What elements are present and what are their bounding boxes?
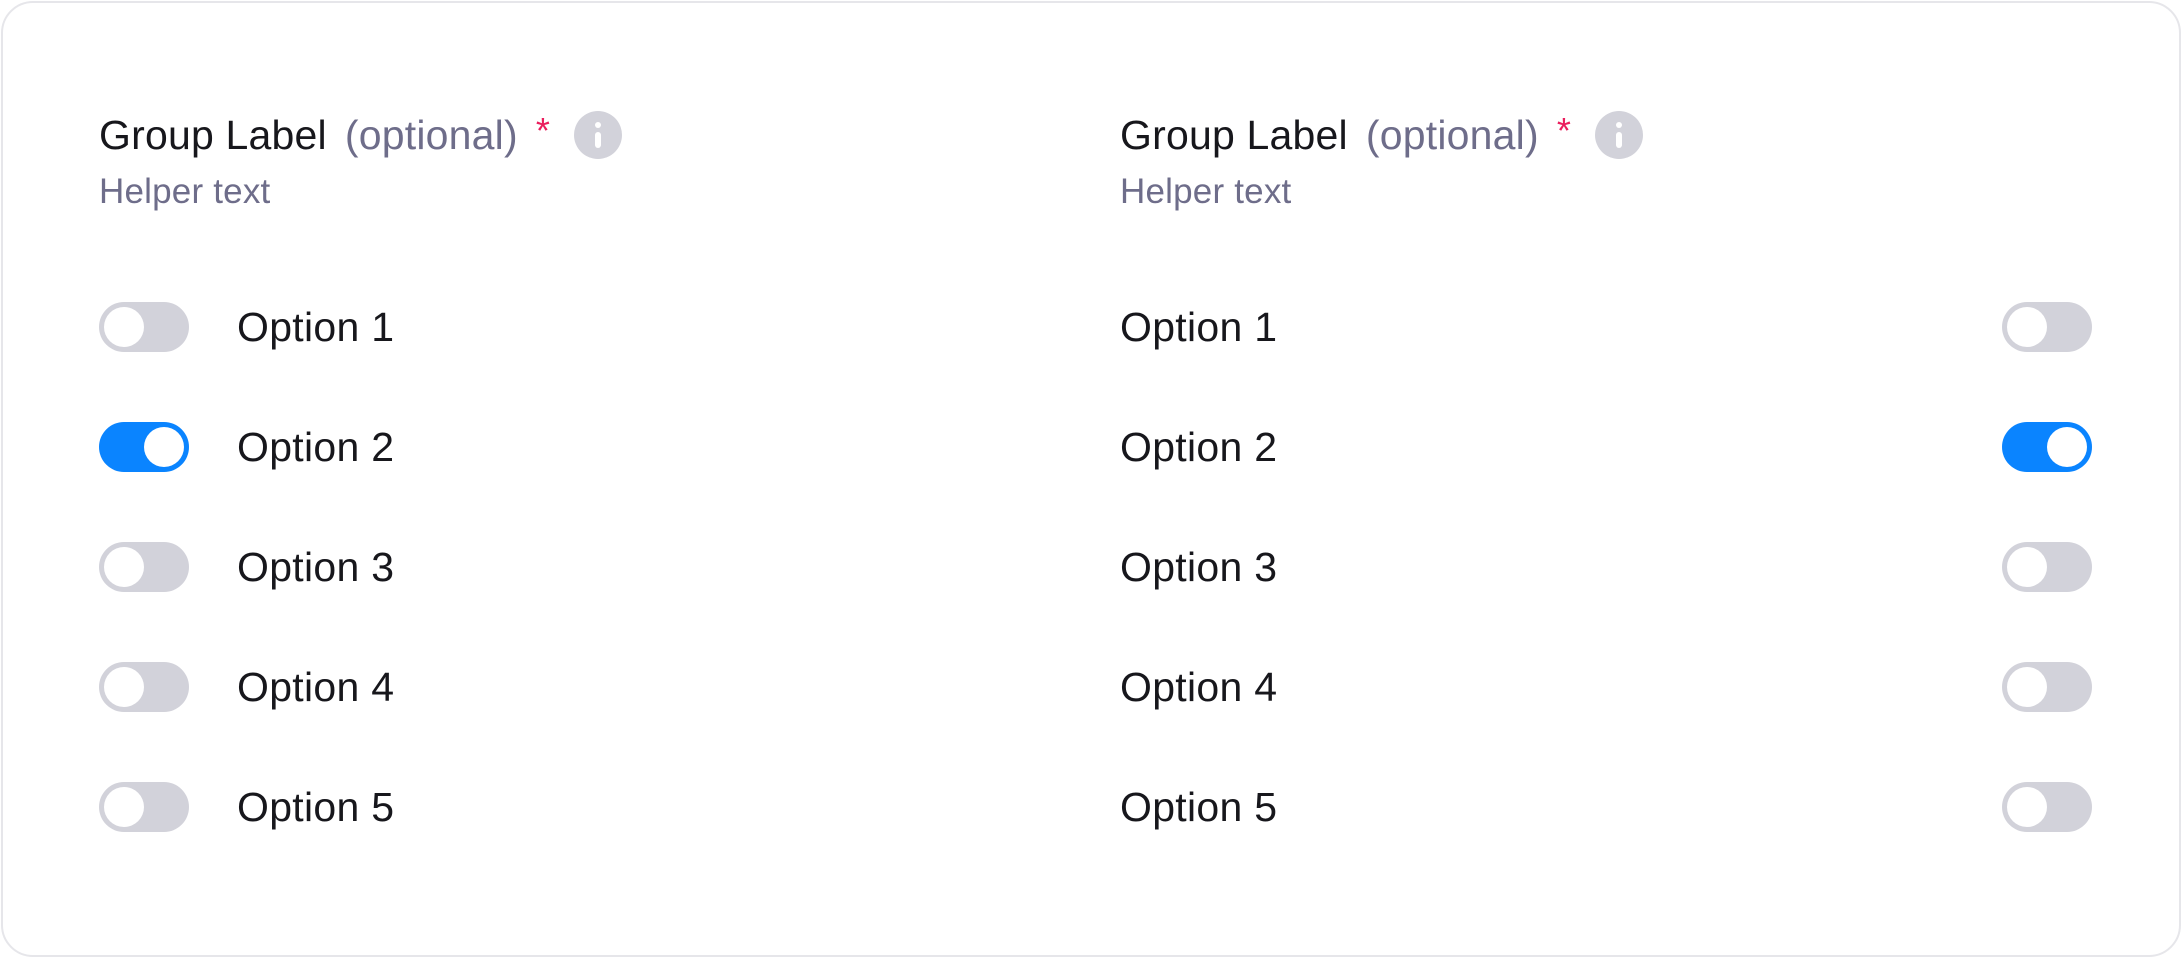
toggle-switch[interactable] — [99, 542, 189, 592]
toggle-switch[interactable] — [99, 302, 189, 352]
option-label[interactable]: Option 1 — [1120, 299, 1277, 355]
toggle-row-option-4[interactable]: Option 4 — [99, 659, 999, 715]
optional-indicator: (optional) — [344, 111, 518, 158]
option-label[interactable]: Option 3 — [237, 539, 394, 595]
option-label[interactable]: Option 5 — [1120, 779, 1277, 835]
info-icon[interactable] — [573, 111, 622, 159]
toggle-switch[interactable] — [2002, 782, 2092, 832]
toggle-row-option-3[interactable]: Option 3 — [99, 539, 999, 595]
toggle-knob — [2007, 547, 2047, 587]
toggle-row-option-1[interactable]: Option 1 — [99, 299, 999, 355]
info-icon[interactable] — [1594, 111, 1643, 159]
toggle-switch[interactable] — [2002, 662, 2092, 712]
toggle-row-option-2[interactable]: Option 2 — [99, 419, 999, 475]
toggle-row-option-2[interactable]: Option 2 — [1120, 419, 2092, 475]
required-asterisk: * — [535, 110, 550, 151]
toggle-switch[interactable] — [99, 782, 189, 832]
group-label: Group Label — [99, 111, 327, 158]
option-label[interactable]: Option 4 — [237, 659, 394, 715]
toggle-knob — [2007, 307, 2047, 347]
option-label[interactable]: Option 3 — [1120, 539, 1277, 595]
toggle-knob — [104, 787, 144, 827]
toggle-knob — [144, 427, 184, 467]
toggle-switch[interactable] — [99, 422, 189, 472]
toggle-knob — [104, 307, 144, 347]
toggle-knob — [104, 667, 144, 707]
toggle-knob — [104, 547, 144, 587]
toggle-switch[interactable] — [2002, 422, 2092, 472]
toggle-knob — [2007, 787, 2047, 827]
toggle-group-card: Group Label (optional) * Helper text Opt… — [1, 1, 2181, 957]
required-asterisk: * — [1556, 110, 1571, 151]
option-label[interactable]: Option 2 — [1120, 419, 1277, 475]
helper-text: Helper text — [99, 172, 271, 211]
group-label: Group Label — [1120, 111, 1348, 158]
toggle-row-option-4[interactable]: Option 4 — [1120, 659, 2092, 715]
option-label[interactable]: Option 5 — [237, 779, 394, 835]
toggle-row-option-3[interactable]: Option 3 — [1120, 539, 2092, 595]
option-label[interactable]: Option 2 — [237, 419, 394, 475]
optional-indicator: (optional) — [1365, 111, 1539, 158]
toggle-row-option-5[interactable]: Option 5 — [99, 779, 999, 835]
toggle-switch[interactable] — [99, 662, 189, 712]
toggle-switch[interactable] — [2002, 302, 2092, 352]
toggle-row-option-5[interactable]: Option 5 — [1120, 779, 2092, 835]
option-label[interactable]: Option 4 — [1120, 659, 1277, 715]
helper-text: Helper text — [1120, 172, 1292, 211]
group-header: Group Label (optional) * — [1120, 107, 1643, 163]
toggle-row-option-1[interactable]: Option 1 — [1120, 299, 2092, 355]
toggle-switch[interactable] — [2002, 542, 2092, 592]
toggle-knob — [2007, 667, 2047, 707]
toggle-knob — [2047, 427, 2087, 467]
group-header: Group Label (optional) * — [99, 107, 622, 163]
option-label[interactable]: Option 1 — [237, 299, 394, 355]
